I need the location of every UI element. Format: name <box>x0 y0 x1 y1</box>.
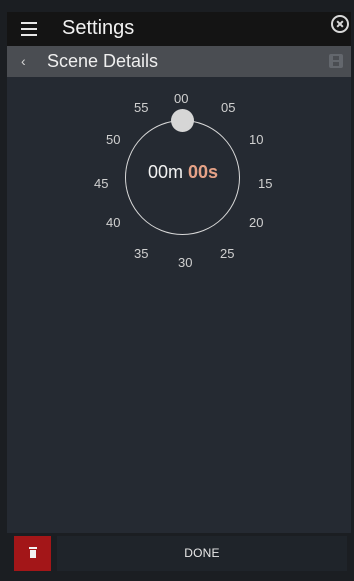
content-area: 00 05 10 15 20 25 30 35 40 45 50 55 00m … <box>7 77 351 533</box>
seconds-value: 00s <box>187 162 219 182</box>
time-display: 00m 00s <box>132 162 234 183</box>
dial-label: 15 <box>258 176 273 191</box>
dial-handle[interactable] <box>171 109 194 132</box>
back-chevron-icon[interactable]: ‹ <box>21 53 26 69</box>
menu-icon[interactable] <box>21 22 37 36</box>
sub-header: ‹ Scene Details <box>7 46 351 77</box>
app-frame: Settings ‹ Scene Details 00 05 10 15 20 … <box>0 0 354 581</box>
top-bar: Settings <box>7 12 351 46</box>
dial-label: 00 <box>174 91 189 106</box>
trash-icon <box>29 547 37 558</box>
dial-label: 35 <box>134 246 149 261</box>
dial-label: 45 <box>94 176 109 191</box>
dial-label: 20 <box>249 215 264 230</box>
delete-button[interactable] <box>14 536 51 571</box>
dial-label: 55 <box>134 100 149 115</box>
dial-label: 50 <box>106 132 121 147</box>
dial-label: 10 <box>249 132 264 147</box>
scene-details-title: Scene Details <box>47 51 159 71</box>
time-dial[interactable]: 00 05 10 15 20 25 30 35 40 45 50 55 00m … <box>82 91 282 281</box>
close-circle-icon[interactable] <box>331 15 349 33</box>
dial-label: 05 <box>221 100 236 115</box>
dial-label: 40 <box>106 215 121 230</box>
minutes-value: 00m <box>147 162 183 182</box>
save-icon[interactable] <box>329 54 343 68</box>
dial-label: 25 <box>220 246 235 261</box>
done-button[interactable]: DONE <box>57 536 347 571</box>
dial-label: 30 <box>178 255 193 270</box>
page-title: Settings <box>62 17 135 39</box>
